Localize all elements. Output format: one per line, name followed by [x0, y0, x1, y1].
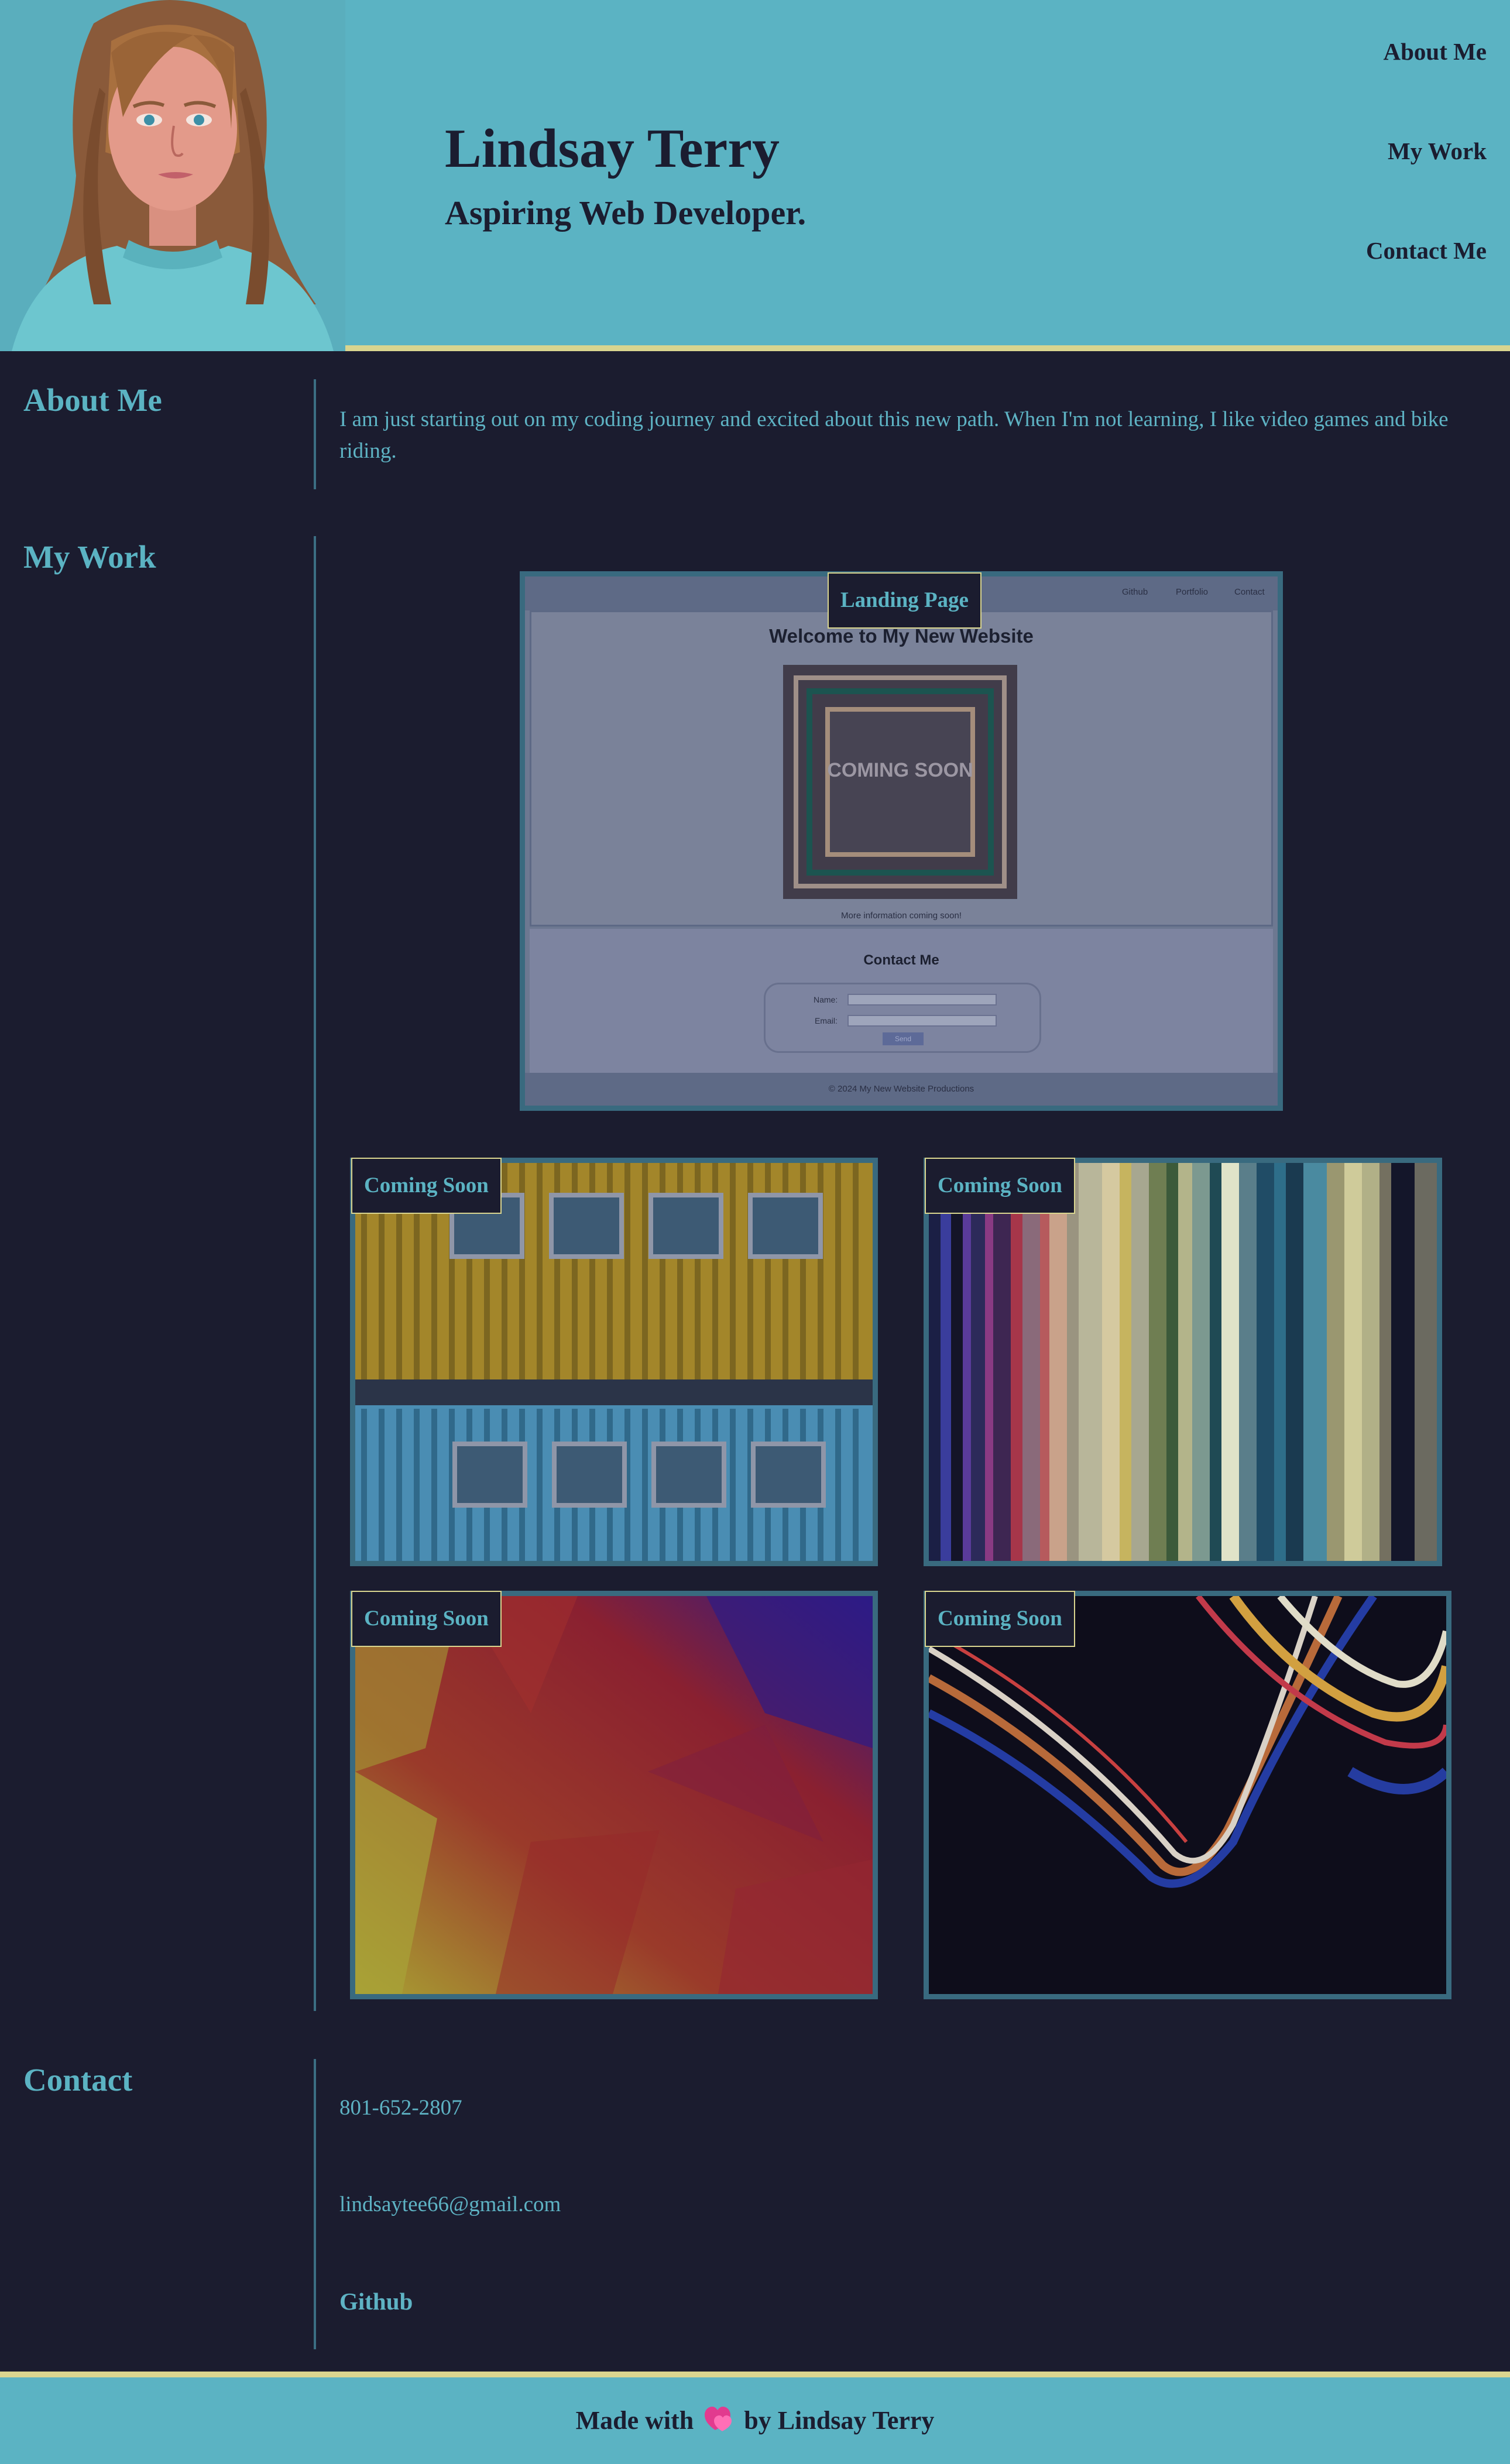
footer-suffix: by Lindsay Terry	[744, 2406, 935, 2435]
contact-phone[interactable]: 801-652-2807	[339, 2095, 462, 2120]
contact-email[interactable]: lindsaytee66@gmail.com	[339, 2192, 561, 2217]
preview-contact-form: Name: Email: Send	[764, 983, 1041, 1053]
contact-github-link[interactable]: Github	[339, 2287, 413, 2315]
preview-main: Welcome to My New Website COMING SOON Mo…	[530, 610, 1273, 926]
nav-link-about-me[interactable]: About Me	[1366, 32, 1487, 132]
preview-nav-github: Github	[1122, 587, 1148, 597]
heart-icon	[705, 2407, 733, 2439]
contact-divider	[314, 2059, 316, 2349]
card-label-project-1[interactable]: Coming Soon	[351, 1158, 502, 1214]
preview-nav-portfolio: Portfolio	[1176, 587, 1209, 597]
preview-email-label: Email:	[815, 1016, 838, 1025]
landing-page-preview: Github Portfolio Contact Welcome to My N…	[525, 576, 1278, 1106]
project-card-1[interactable]	[350, 1158, 878, 1566]
work-divider	[314, 536, 316, 2011]
nav-link-contact-me[interactable]: Contact Me	[1366, 231, 1487, 331]
nav-link-my-work[interactable]: My Work	[1366, 132, 1487, 231]
preview-nav-contact: Contact	[1234, 587, 1265, 597]
preview-contact-title: Contact Me	[863, 952, 939, 968]
preview-more-info: More information coming soon!	[841, 911, 962, 921]
site-footer: Made with by Lindsay Terry	[0, 2372, 1510, 2464]
site-tagline: Aspiring Web Developer.	[445, 194, 807, 232]
project-card-2[interactable]	[924, 1158, 1442, 1566]
preview-name-field	[847, 994, 997, 1005]
site-header: Lindsay Terry Aspiring Web Developer. Ab…	[0, 0, 1510, 351]
preview-send-button: Send	[883, 1032, 924, 1045]
coming-soon-image: COMING SOON	[783, 665, 1017, 899]
project-card-3[interactable]	[350, 1591, 878, 1999]
project-card-4[interactable]	[924, 1591, 1451, 1999]
containers-image	[355, 1163, 873, 1561]
preview-contact: Contact Me Name: Email: Send	[530, 929, 1273, 1078]
preview-name-label: Name:	[814, 995, 838, 1004]
coming-soon-text: COMING SOON	[827, 759, 973, 781]
about-divider	[314, 379, 316, 489]
footer-text: Made with by Lindsay Terry	[576, 2405, 935, 2439]
contact-title: Contact	[23, 2062, 133, 2098]
project-card-landing-page[interactable]: Github Portfolio Contact Welcome to My N…	[520, 571, 1283, 1111]
card-label-project-2[interactable]: Coming Soon	[925, 1158, 1075, 1214]
card-label-project-4[interactable]: Coming Soon	[925, 1591, 1075, 1647]
preview-footer: © 2024 My New Website Productions	[525, 1073, 1278, 1106]
light-trails-image	[929, 1596, 1446, 1994]
preview-email-field	[847, 1015, 997, 1027]
about-text: I am just starting out on my coding jour…	[339, 407, 1449, 463]
card-label-landing-page[interactable]: Landing Page	[828, 572, 982, 629]
about-title: About Me	[23, 382, 162, 418]
main-nav: About Me My Work Contact Me	[1366, 32, 1487, 331]
avatar	[0, 0, 345, 351]
stripes-image	[929, 1163, 1437, 1561]
card-label-project-3[interactable]: Coming Soon	[351, 1591, 502, 1647]
gradient-image	[355, 1596, 873, 1994]
work-title: My Work	[23, 539, 156, 575]
footer-prefix: Made with	[575, 2406, 694, 2435]
site-name: Lindsay Terry	[445, 118, 780, 179]
